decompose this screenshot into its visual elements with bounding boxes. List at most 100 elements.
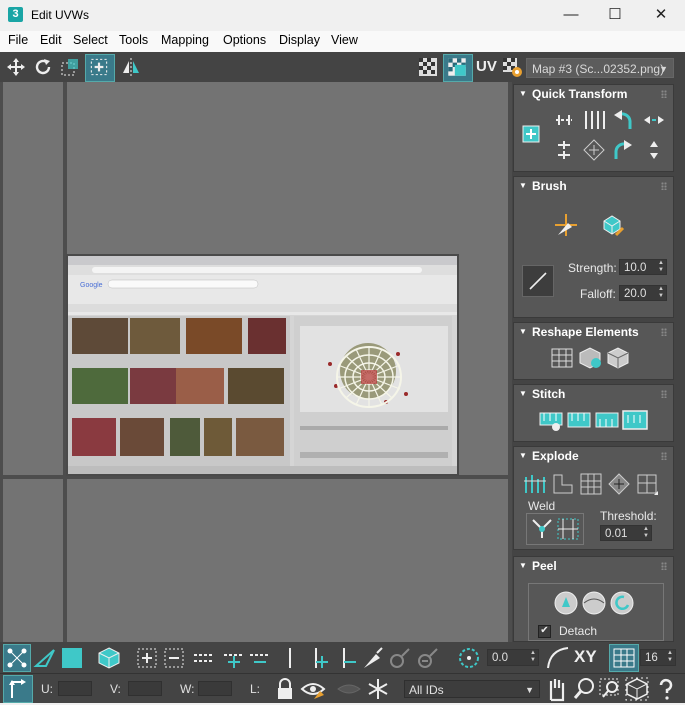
- loop-selection-icon[interactable]: [278, 646, 302, 670]
- scale-icon[interactable]: [59, 56, 81, 78]
- set-pivot-icon[interactable]: [520, 123, 542, 145]
- menu-mapping[interactable]: Mapping: [161, 33, 209, 47]
- space-horizontal-icon[interactable]: [580, 107, 608, 133]
- quick-peel-icon[interactable]: [552, 589, 580, 617]
- drag-grip-icon[interactable]: [661, 182, 667, 190]
- relax-icon[interactable]: [576, 345, 604, 371]
- shrink-selection-icon[interactable]: [162, 646, 186, 670]
- spinner-arrows-icon[interactable]: ▲ ▼: [643, 526, 649, 540]
- align-horizontal-icon[interactable]: [550, 107, 578, 133]
- uv-mesh-sphere[interactable]: [334, 345, 404, 410]
- reshape-elements-header[interactable]: ▼ Reshape Elements: [514, 323, 673, 341]
- loop-grow-icon[interactable]: [306, 646, 330, 670]
- uv-label[interactable]: UV: [476, 58, 497, 75]
- relax-brush-icon[interactable]: [598, 211, 626, 239]
- peel-mode-icon[interactable]: [580, 589, 608, 617]
- xy-label[interactable]: XY: [574, 647, 597, 667]
- polygon-mode-icon[interactable]: [60, 646, 84, 670]
- maximize-button[interactable]: ☐: [592, 0, 638, 31]
- straighten-selection-icon[interactable]: [548, 345, 576, 371]
- spinner-arrows-icon[interactable]: ▲ ▼: [530, 650, 536, 664]
- help-icon[interactable]: [654, 676, 678, 702]
- v-field[interactable]: [128, 681, 162, 696]
- brush-header[interactable]: ▼ Brush: [514, 177, 673, 195]
- explode-header[interactable]: ▼ Explode: [514, 447, 673, 465]
- u-field[interactable]: [58, 681, 92, 696]
- grow-selection-icon[interactable]: [135, 646, 159, 670]
- flatten-by-polygon-icon[interactable]: [578, 471, 604, 497]
- material-ids-dropdown[interactable]: All IDs ▼: [404, 680, 540, 698]
- zoom-icon[interactable]: [572, 676, 596, 702]
- menu-options[interactable]: Options: [223, 33, 266, 47]
- grid-snap-button[interactable]: [609, 644, 639, 672]
- threshold-spinner[interactable]: 0.01 ▲ ▼: [600, 525, 652, 541]
- drag-grip-icon[interactable]: [661, 562, 667, 570]
- break-icon[interactable]: [522, 471, 548, 497]
- weld-target-icon[interactable]: [555, 516, 581, 542]
- absolute-offset-button[interactable]: [3, 675, 33, 703]
- map-select-dropdown[interactable]: Map #3 (Sc...02352.png) ▼: [526, 58, 674, 78]
- rotate-snap-icon[interactable]: [457, 646, 481, 670]
- zoom-extents-icon[interactable]: [624, 676, 650, 702]
- paint-shrink-icon[interactable]: [416, 646, 440, 670]
- rotate-cw-icon[interactable]: [610, 137, 636, 163]
- flip-vertical-icon[interactable]: [640, 137, 668, 163]
- minimize-button[interactable]: —: [548, 0, 594, 31]
- flatten-by-material-icon[interactable]: [634, 471, 660, 497]
- grid-size-spinner[interactable]: 16 ▲ ▼: [640, 649, 676, 666]
- paint-grow-icon[interactable]: [388, 646, 412, 670]
- soft-selection-curve-icon[interactable]: [546, 646, 570, 670]
- brush-stroke-button[interactable]: [522, 265, 554, 297]
- align-to-edge-icon[interactable]: [580, 137, 608, 163]
- drag-grip-icon[interactable]: [661, 452, 667, 460]
- texture-settings-icon[interactable]: [501, 56, 523, 78]
- menu-edit[interactable]: Edit: [40, 33, 62, 47]
- peel-header[interactable]: ▼ Peel: [514, 557, 673, 575]
- freeze-icon[interactable]: [366, 677, 390, 701]
- edge-mode-icon[interactable]: [33, 646, 57, 670]
- reset-peel-icon[interactable]: [608, 589, 636, 617]
- ring-grow-icon[interactable]: [222, 646, 246, 670]
- strength-spinner[interactable]: 10.0 ▲ ▼: [619, 259, 667, 275]
- menu-display[interactable]: Display: [279, 33, 320, 47]
- rotate-icon[interactable]: [32, 56, 54, 78]
- close-button[interactable]: ✕: [638, 0, 684, 31]
- spinner-arrows-icon[interactable]: ▲ ▼: [658, 286, 664, 300]
- hide-unselected-icon[interactable]: [300, 677, 326, 701]
- weld-selected-icon[interactable]: [529, 516, 555, 542]
- mirror-icon[interactable]: [120, 56, 142, 78]
- zoom-region-icon[interactable]: [598, 676, 622, 702]
- detach-checkbox[interactable]: ✔: [538, 625, 551, 638]
- move-icon[interactable]: [5, 56, 27, 78]
- stitch-to-target-icon[interactable]: [622, 407, 648, 433]
- menu-tools[interactable]: Tools: [119, 33, 148, 47]
- show-icon[interactable]: [336, 677, 362, 701]
- menu-view[interactable]: View: [331, 33, 358, 47]
- drag-grip-icon[interactable]: [661, 390, 667, 398]
- flip-horizontal-icon[interactable]: [640, 107, 668, 133]
- stitch-custom-icon[interactable]: [538, 407, 564, 433]
- pan-hand-icon[interactable]: [545, 676, 569, 702]
- rotate-angle-spinner[interactable]: 0.0 ▲ ▼: [487, 649, 539, 666]
- drag-grip-icon[interactable]: [661, 90, 667, 98]
- loop-shrink-icon[interactable]: [334, 646, 358, 670]
- rotate-ccw-icon[interactable]: [610, 107, 636, 133]
- vertex-mode-button[interactable]: [3, 644, 31, 672]
- align-vertical-icon[interactable]: [550, 137, 578, 163]
- element-mode-icon[interactable]: [97, 646, 121, 670]
- detach-edge-icon[interactable]: [550, 471, 576, 497]
- spinner-arrows-icon[interactable]: ▲ ▼: [667, 650, 673, 664]
- spinner-arrows-icon[interactable]: ▲ ▼: [658, 260, 664, 274]
- checker-pattern-icon[interactable]: [417, 56, 439, 78]
- stitch-to-source-icon[interactable]: [566, 407, 592, 433]
- ring-shrink-icon[interactable]: [248, 646, 272, 670]
- stitch-cube-icon[interactable]: [604, 345, 632, 371]
- falloff-spinner[interactable]: 20.0 ▲ ▼: [619, 285, 667, 301]
- paint-select-icon[interactable]: [360, 646, 384, 670]
- menu-file[interactable]: File: [8, 33, 28, 47]
- ring-selection-icon[interactable]: [192, 646, 216, 670]
- freeform-mode-button[interactable]: [85, 54, 115, 82]
- stitch-average-icon[interactable]: [594, 407, 620, 433]
- stitch-header[interactable]: ▼ Stitch: [514, 385, 673, 403]
- drag-grip-icon[interactable]: [661, 328, 667, 336]
